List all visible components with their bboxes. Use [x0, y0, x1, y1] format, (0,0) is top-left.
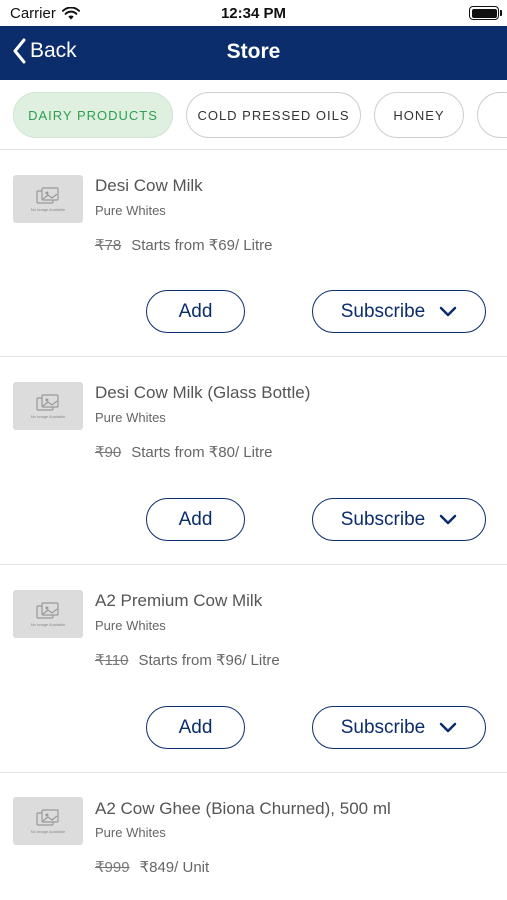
- product-brand: Pure Whites: [95, 825, 166, 840]
- thumb-caption: No Image Available: [30, 828, 66, 834]
- product-card: No Image Available A2 Premium Cow Milk P…: [0, 565, 507, 773]
- product-mrp: ₹999: [95, 859, 130, 876]
- subscribe-button[interactable]: Subscribe: [312, 706, 486, 749]
- add-label: Add: [178, 716, 213, 738]
- add-button[interactable]: Add: [146, 706, 245, 749]
- product-name: A2 Cow Ghee (Biona Churned), 500 ml: [95, 799, 391, 818]
- product-card: No Image Available A2 Cow Ghee (Biona Ch…: [0, 773, 507, 900]
- product-mrp: ₹78: [95, 237, 122, 254]
- add-label: Add: [178, 508, 213, 530]
- product-image: No Image Available: [13, 382, 83, 430]
- tab-more[interactable]: [477, 92, 507, 138]
- product-price: ₹90 Starts from ₹80/ Litre: [95, 443, 273, 461]
- battery-icon: [469, 6, 502, 20]
- product-card: No Image Available Desi Cow Milk (Glass …: [0, 357, 507, 565]
- status-time: 12:34 PM: [220, 5, 287, 22]
- tab-dairy-products[interactable]: DAIRY PRODUCTS: [13, 92, 173, 138]
- product-brand: Pure Whites: [95, 618, 166, 633]
- category-tabs: DAIRY PRODUCTS COLD PRESSED OILS HONEY: [0, 80, 507, 150]
- thumb-caption: No Image Available: [30, 621, 66, 627]
- product-image: No Image Available: [13, 175, 83, 223]
- product-offer-price: Starts from ₹69/ Litre: [131, 237, 273, 254]
- product-mrp: ₹90: [95, 444, 122, 461]
- product-brand: Pure Whites: [95, 410, 166, 425]
- status-bar: Carrier 12:34 PM: [0, 0, 507, 26]
- product-price: ₹78 Starts from ₹69/ Litre: [95, 236, 273, 254]
- product-name: Desi Cow Milk (Glass Bottle): [95, 383, 311, 402]
- product-offer-price: ₹849/ Unit: [139, 859, 210, 876]
- product-price: ₹999 ₹849/ Unit: [95, 858, 209, 876]
- add-button[interactable]: Add: [146, 290, 245, 333]
- tab-cold-pressed-oils[interactable]: COLD PRESSED OILS: [186, 92, 361, 138]
- image-placeholder-icon: [36, 393, 59, 411]
- product-brand: Pure Whites: [95, 203, 166, 218]
- page-title: Store: [226, 40, 281, 63]
- subscribe-label: Subscribe: [340, 716, 426, 738]
- subscribe-button[interactable]: Subscribe: [312, 498, 486, 541]
- chevron-down-icon: [440, 306, 457, 317]
- add-label: Add: [178, 300, 213, 322]
- product-name: A2 Premium Cow Milk: [95, 591, 263, 610]
- subscribe-label: Subscribe: [340, 300, 426, 322]
- product-card: No Image Available Desi Cow Milk Pure Wh…: [0, 150, 507, 357]
- product-offer-price: Starts from ₹96/ Litre: [138, 652, 280, 669]
- tab-honey[interactable]: HONEY: [374, 92, 464, 138]
- product-price: ₹110 Starts from ₹96/ Litre: [95, 651, 280, 669]
- thumb-caption: No Image Available: [30, 206, 66, 212]
- subscribe-label: Subscribe: [340, 508, 426, 530]
- product-mrp: ₹110: [95, 652, 129, 669]
- product-offer-price: Starts from ₹80/ Litre: [131, 444, 273, 461]
- image-placeholder-icon: [36, 186, 59, 204]
- subscribe-button[interactable]: Subscribe: [312, 290, 486, 333]
- thumb-caption: No Image Available: [30, 413, 66, 419]
- chevron-down-icon: [440, 514, 457, 525]
- image-placeholder-icon: [36, 808, 59, 826]
- nav-bar: Back Store: [0, 26, 507, 80]
- chevron-down-icon: [440, 722, 457, 733]
- image-placeholder-icon: [36, 601, 59, 619]
- product-name: Desi Cow Milk: [95, 176, 203, 195]
- product-image: No Image Available: [13, 590, 83, 638]
- product-image: No Image Available: [13, 797, 83, 845]
- add-button[interactable]: Add: [146, 498, 245, 541]
